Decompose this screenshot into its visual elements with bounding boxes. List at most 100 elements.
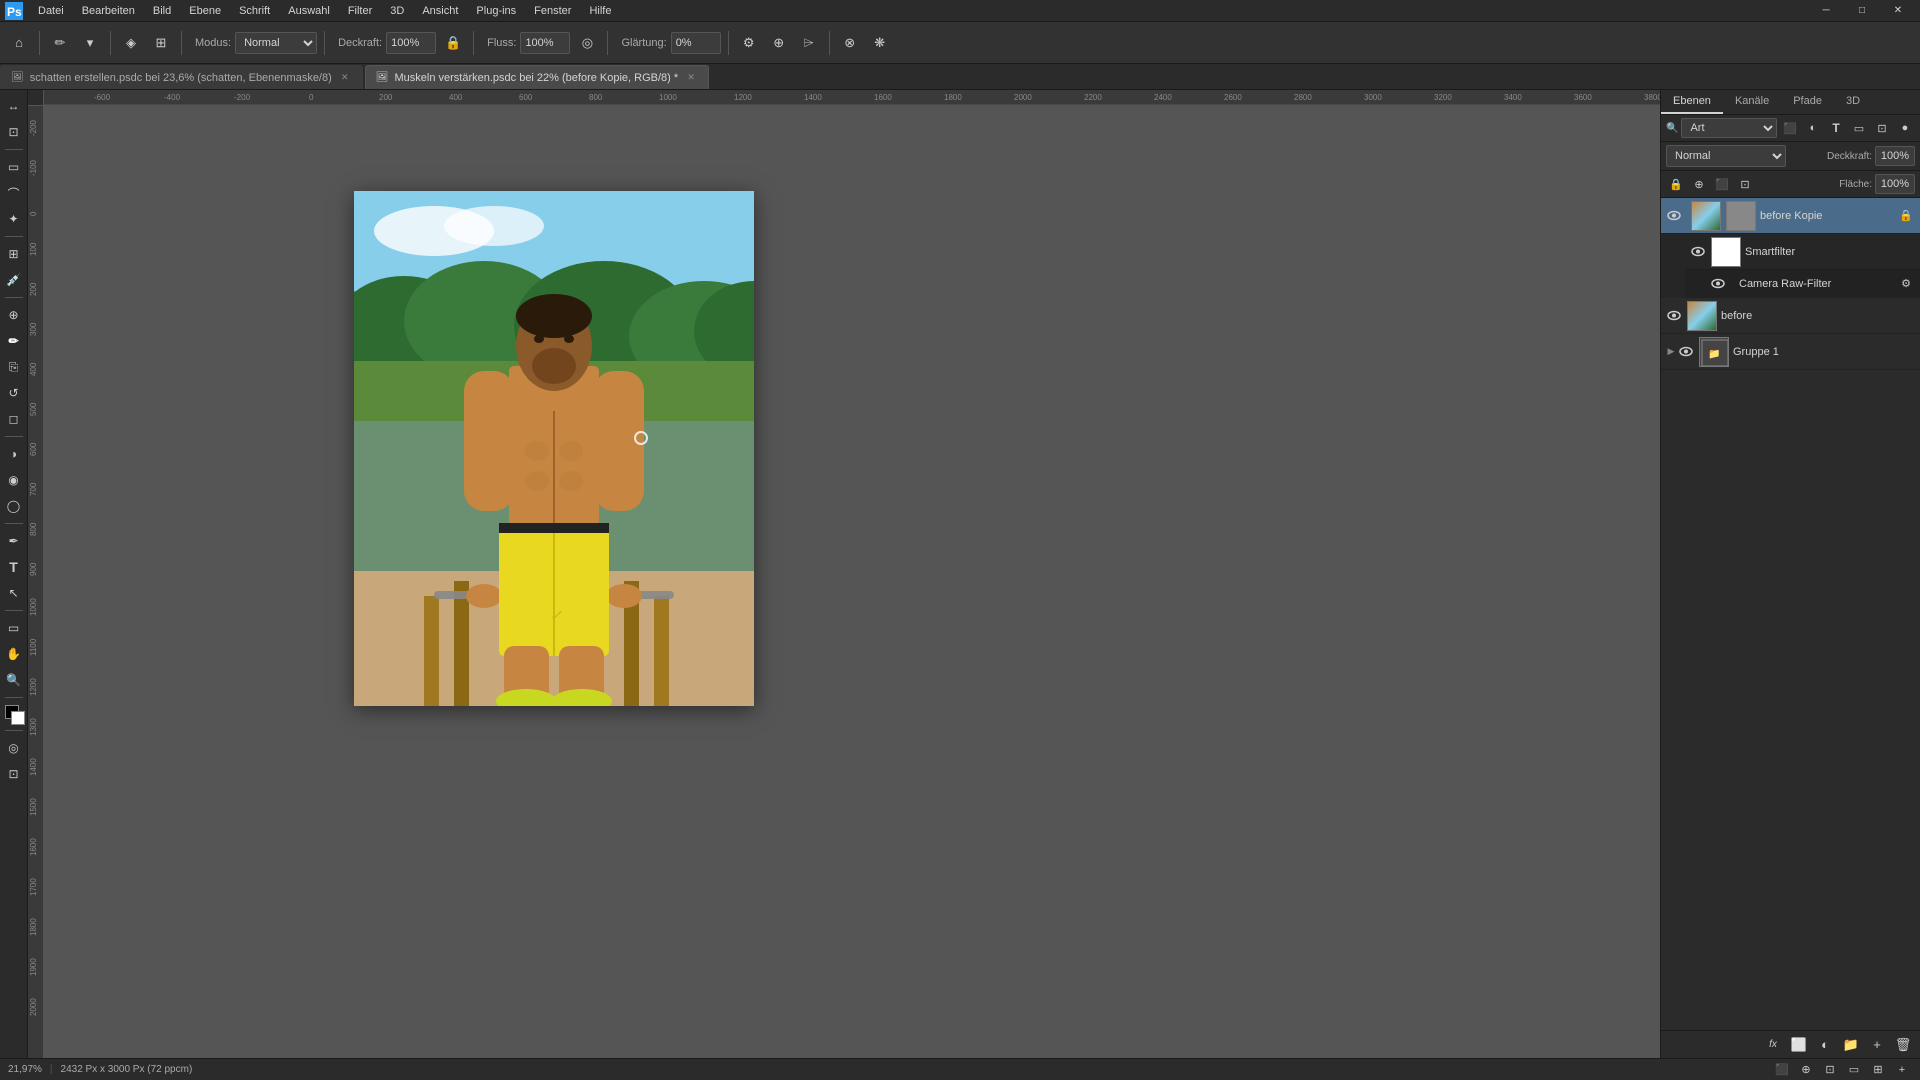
new-layer-button[interactable]: + (1866, 1034, 1888, 1056)
artboard-tool[interactable]: ⊡ (2, 120, 26, 144)
zoom-tool[interactable]: 🔍 (2, 668, 26, 692)
layer-filter-adj[interactable]: ◐ (1803, 118, 1823, 138)
layer-gruppe1-visibility[interactable] (1677, 343, 1695, 361)
layer-before-kopie-visibility[interactable] (1665, 207, 1683, 225)
status-btn2[interactable]: ⊕ (1796, 1060, 1816, 1080)
layer-smartfilter[interactable]: Smartfilter (1685, 234, 1920, 270)
menu-plugins[interactable]: Plug-ins (468, 3, 524, 19)
menu-bild[interactable]: Bild (145, 3, 179, 19)
opacity-value[interactable] (1875, 146, 1915, 166)
tab-1-close[interactable]: ✕ (338, 71, 352, 85)
lock-pos-icon[interactable]: ⊕ (1689, 174, 1709, 194)
symmetry-btn[interactable]: ⌲ (796, 30, 822, 56)
settings-btn[interactable]: ⚙ (736, 30, 762, 56)
eyedropper-tool[interactable]: 💉 (2, 268, 26, 292)
status-btn4[interactable]: ▭ (1844, 1060, 1864, 1080)
panel-tab-kanaele[interactable]: Kanäle (1723, 90, 1781, 114)
menu-ebene[interactable]: Ebene (181, 3, 229, 19)
screen-mode[interactable]: ⊡ (2, 762, 26, 786)
glattung-input[interactable] (671, 32, 721, 54)
hand-tool[interactable]: ✋ (2, 642, 26, 666)
layer-filter-type[interactable]: T (1826, 118, 1846, 138)
brush-tool-icon[interactable]: ✏ (47, 30, 73, 56)
type-tool[interactable]: T (2, 555, 26, 579)
eraser-tool[interactable]: ◻ (2, 407, 26, 431)
layer-filter-smart[interactable]: ⊡ (1872, 118, 1892, 138)
menu-ansicht[interactable]: Ansicht (414, 3, 466, 19)
wand-tool[interactable]: ✦ (2, 207, 26, 231)
layer-filter-pixel[interactable]: ⬛ (1780, 118, 1800, 138)
new-group-button[interactable]: 📁 (1840, 1034, 1862, 1056)
layer-filter-toggle[interactable]: ● (1895, 118, 1915, 138)
layer-camera-raw[interactable]: Camera Raw-Filter ⚙ (1705, 270, 1920, 298)
panel-tab-ebenen[interactable]: Ebenen (1661, 90, 1723, 114)
tool-icon-3[interactable]: ⊞ (148, 30, 174, 56)
layer-gruppe1[interactable]: ▶ 📁 Gruppe 1 (1661, 334, 1920, 370)
spot-heal-tool[interactable]: ⊕ (2, 303, 26, 327)
menu-fenster[interactable]: Fenster (526, 3, 579, 19)
stamp-tool[interactable]: ⎘ (2, 355, 26, 379)
fill-value[interactable] (1875, 174, 1915, 194)
layer-filter-shape[interactable]: ▭ (1849, 118, 1869, 138)
maximize-button[interactable]: □ (1844, 0, 1880, 22)
angle-btn[interactable]: ⊕ (766, 30, 792, 56)
extra-btn2[interactable]: ❋ (867, 30, 893, 56)
move-tool[interactable]: ↔ (2, 94, 26, 118)
blur-tool[interactable]: ◉ (2, 468, 26, 492)
brush-tool[interactable]: ✏ (2, 329, 26, 353)
tool-icon-2[interactable]: ◈ (118, 30, 144, 56)
status-btn1[interactable]: ⬛ (1772, 1060, 1792, 1080)
menu-schrift[interactable]: Schrift (231, 3, 278, 19)
lock-all-icon[interactable]: 🔒 (1666, 174, 1686, 194)
layer-camera-raw-visibility[interactable] (1709, 275, 1727, 293)
home-tool[interactable]: ⌂ (6, 30, 32, 56)
camera-raw-settings[interactable]: ⚙ (1896, 274, 1916, 294)
canvas-container[interactable]: -200 -100 0 100 200 300 400 500 600 700 … (28, 106, 1660, 1058)
delete-layer-button[interactable]: 🗑 (1892, 1034, 1914, 1056)
extra-btn1[interactable]: ⊗ (837, 30, 863, 56)
layer-before-kopie[interactable]: before Kopie 🔒 (1661, 198, 1920, 234)
add-effects-button[interactable]: fx (1762, 1034, 1784, 1056)
history-brush[interactable]: ↺ (2, 381, 26, 405)
panel-tab-3d[interactable]: 3D (1834, 90, 1872, 114)
layer-before-visibility[interactable] (1665, 307, 1683, 325)
crop-tool[interactable]: ⊞ (2, 242, 26, 266)
fluss-icon[interactable]: ◎ (574, 30, 600, 56)
pen-tool[interactable]: ✒ (2, 529, 26, 553)
layer-before[interactable]: before (1661, 298, 1920, 334)
add-mask-button[interactable]: ⬜ (1788, 1034, 1810, 1056)
path-select[interactable]: ↖ (2, 581, 26, 605)
lasso-tool[interactable]: ⌒ (2, 181, 26, 205)
marquee-tool[interactable]: ▭ (2, 155, 26, 179)
status-btn6[interactable]: + (1892, 1060, 1912, 1080)
layer-smartfilter-visibility[interactable] (1689, 243, 1707, 261)
fluss-input[interactable] (520, 32, 570, 54)
opacity-input[interactable] (386, 32, 436, 54)
blend-mode-select[interactable]: Normal Auflösen Abdunkeln Multiplizieren… (1666, 145, 1786, 167)
dodge-tool[interactable]: ◯ (2, 494, 26, 518)
menu-hilfe[interactable]: Hilfe (581, 3, 619, 19)
menu-bearbeiten[interactable]: Bearbeiten (74, 3, 143, 19)
brush-sub-tool[interactable]: ▾ (77, 30, 103, 56)
panel-tab-pfade[interactable]: Pfade (1781, 90, 1834, 114)
lock-artboard-icon[interactable]: ⊡ (1735, 174, 1755, 194)
menu-filter[interactable]: Filter (340, 3, 380, 19)
gruppe1-expand-icon[interactable]: ▶ (1665, 346, 1677, 358)
gradient-tool[interactable]: ◑ (2, 442, 26, 466)
layer-type-select[interactable]: Art (1681, 118, 1777, 138)
tab-2[interactable]: 🖼 Muskeln verstärken.psdc bei 22% (befor… (365, 65, 709, 89)
canvas-background[interactable]: ✓ (44, 106, 1660, 1058)
lock-pixel-icon[interactable]: ⬛ (1712, 174, 1732, 194)
menu-datei[interactable]: Datei (30, 3, 72, 19)
tab-1[interactable]: 🖼 schatten erstellen.psdc bei 23,6% (sch… (0, 65, 363, 89)
menu-3d[interactable]: 3D (382, 3, 412, 19)
menu-auswahl[interactable]: Auswahl (280, 3, 338, 19)
status-btn5[interactable]: ⊞ (1868, 1060, 1888, 1080)
close-button[interactable]: ✕ (1880, 0, 1916, 22)
add-adjustment-button[interactable]: ◐ (1814, 1034, 1836, 1056)
tab-2-close[interactable]: ✕ (684, 71, 698, 85)
layer-before-kopie-lock[interactable]: 🔒 (1896, 206, 1916, 226)
shape-tool[interactable]: ▭ (2, 616, 26, 640)
status-btn3[interactable]: ⊡ (1820, 1060, 1840, 1080)
quick-mask[interactable]: ◎ (2, 736, 26, 760)
